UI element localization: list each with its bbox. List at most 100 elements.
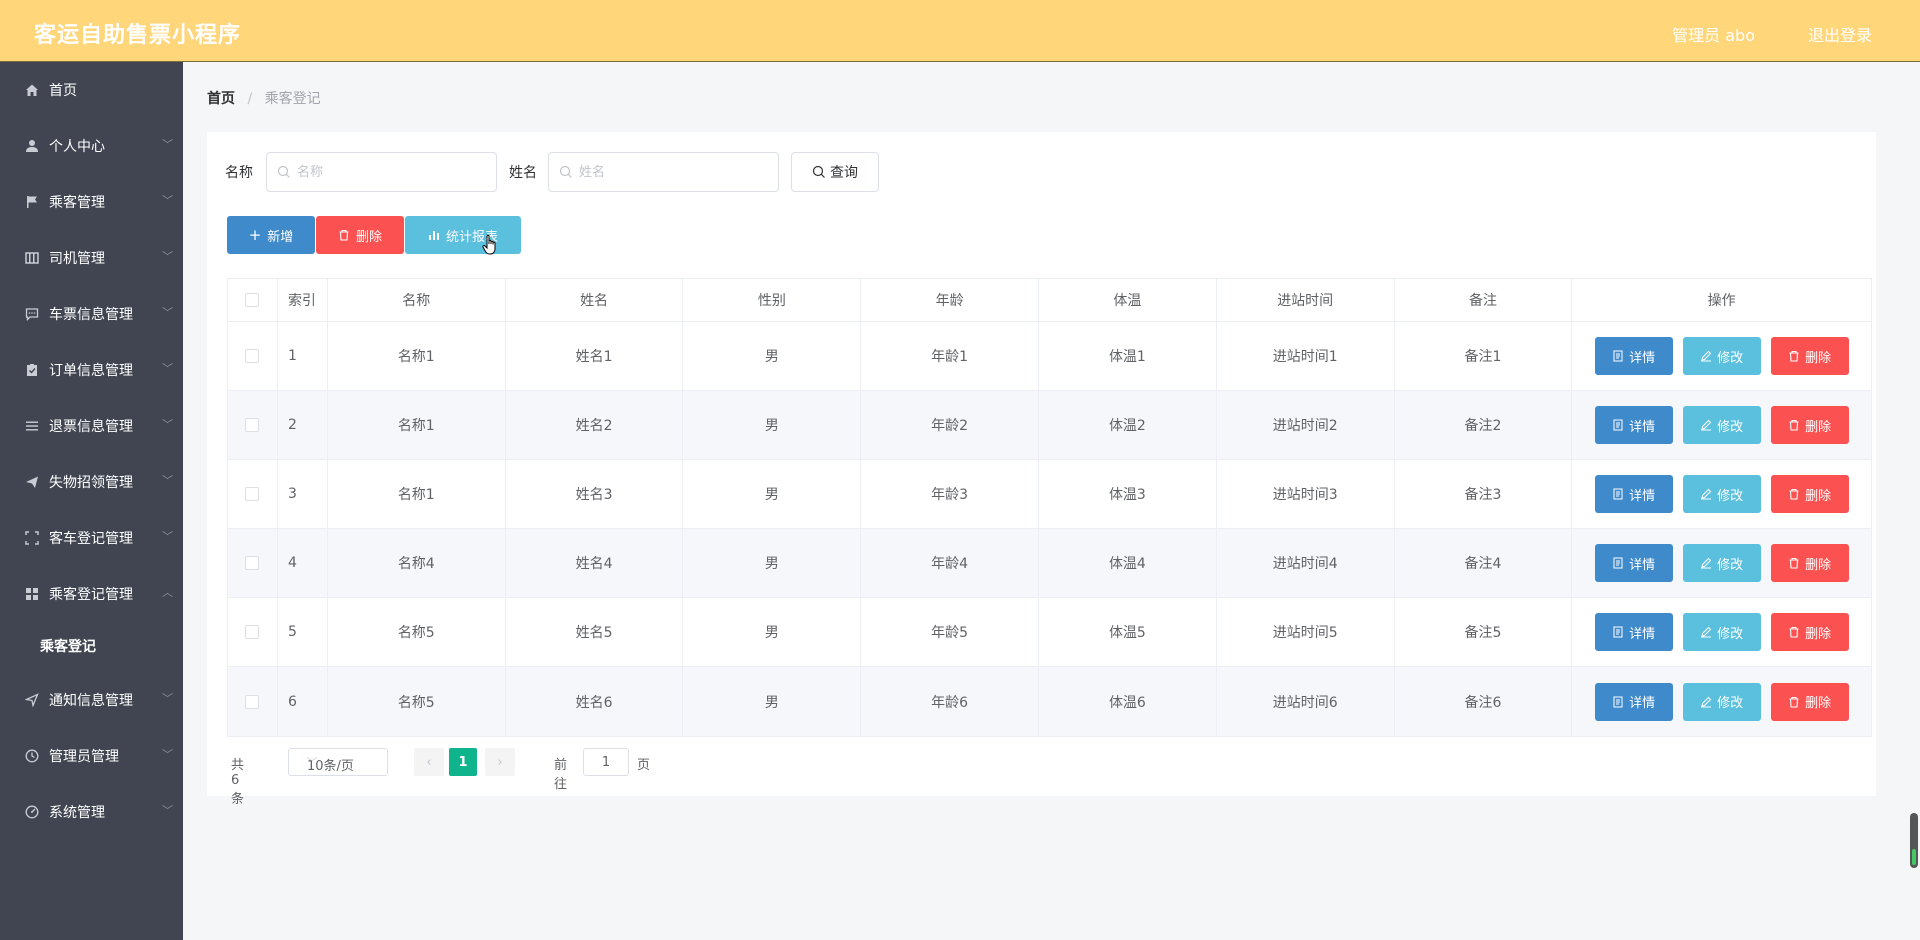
surname-cell: 姓名4 <box>506 529 684 597</box>
search-icon <box>559 165 572 178</box>
row-edit-button[interactable]: 修改 <box>1682 682 1761 721</box>
chat-icon <box>24 306 40 322</box>
sidebar-item-label: 通知信息管理 <box>49 693 133 709</box>
statistics-report-button[interactable]: 统计报表 <box>405 216 521 254</box>
hand-cursor-icon <box>482 234 496 255</box>
sidebar-item-ticket[interactable]: 车票信息管理 ﹀ <box>0 294 183 334</box>
sidebar-item-passenger[interactable]: 乘客管理 ﹀ <box>0 182 183 222</box>
pencil-icon <box>1701 557 1712 569</box>
name-cell: 名称1 <box>328 322 506 390</box>
surname-cell: 姓名1 <box>506 322 684 390</box>
row-detail-button[interactable]: 详情 <box>1594 613 1673 651</box>
actions-cell: 详情 修改 删除 <box>1572 529 1871 597</box>
row-edit-button[interactable]: 修改 <box>1682 406 1761 444</box>
row-delete-button[interactable]: 删除 <box>1770 613 1849 651</box>
sidebar-item-order[interactable]: 订单信息管理 ﹀ <box>0 350 183 390</box>
row-checkbox[interactable] <box>245 694 260 709</box>
row-checkbox[interactable] <box>245 418 260 432</box>
table-header-row: 索引 名称 姓名 性别 年龄 体温 进站时间 备注 操作 <box>228 279 1871 322</box>
row-checkbox[interactable] <box>245 625 260 639</box>
breadcrumb-home[interactable]: 首页 <box>207 91 235 107</box>
temp-cell: 体温5 <box>1039 598 1217 666</box>
row-delete-button[interactable]: 删除 <box>1770 682 1849 721</box>
sidebar-item-driver[interactable]: 司机管理 ﹀ <box>0 238 183 278</box>
row-checkbox[interactable] <box>245 556 260 570</box>
row-detail-button[interactable]: 详情 <box>1594 544 1673 582</box>
row-edit-button[interactable]: 修改 <box>1682 613 1761 651</box>
chevron-down-icon: ﹀ <box>307 758 317 769</box>
row-delete-button[interactable]: 删除 <box>1770 475 1849 513</box>
sidebar-item-home[interactable]: 首页 <box>0 70 183 110</box>
sidebar-item-system[interactable]: 系统管理 ﹀ <box>0 792 183 832</box>
header-cell: 名称 <box>328 279 506 321</box>
header-cell: 年龄 <box>861 279 1040 321</box>
row-detail-button[interactable]: 详情 <box>1594 406 1673 444</box>
name-cell: 名称5 <box>328 667 506 736</box>
row-select-cell <box>228 598 278 666</box>
content-panel: 名称 姓名 查询 + 新增 删除 统计报表 <box>207 132 1876 807</box>
goto-page-input[interactable] <box>583 748 629 776</box>
prev-page-button[interactable]: ‹ <box>414 748 444 776</box>
row-delete-button[interactable]: 删除 <box>1770 337 1849 375</box>
query-button-label: 查询 <box>830 165 858 181</box>
row-detail-label: 详情 <box>1629 488 1656 504</box>
search-icon <box>277 165 290 178</box>
chevron-down-icon: ﹀ <box>162 474 173 487</box>
pencil-icon <box>1701 350 1712 362</box>
row-edit-label: 修改 <box>1717 419 1744 435</box>
name-search-field[interactable] <box>266 152 497 192</box>
row-detail-button[interactable]: 详情 <box>1594 337 1673 375</box>
page-scrollbar[interactable] <box>1910 813 1918 868</box>
row-detail-button[interactable]: 详情 <box>1594 475 1673 513</box>
main-content: 首页 / 乘客登记 名称 姓名 查询 + 新增 删除 统计报表 <box>183 62 1920 940</box>
trash-icon <box>1789 557 1799 569</box>
sidebar-item-refund[interactable]: 退票信息管理 ﹀ <box>0 406 183 446</box>
data-table: 索引 名称 姓名 性别 年龄 体温 进站时间 备注 操作 1 名称1 姓名1 男年龄1… <box>227 278 1872 737</box>
page-size-select[interactable]: 10条/页 ﹀ <box>288 748 388 776</box>
add-button[interactable]: + 新增 <box>227 216 315 254</box>
select-all-checkbox[interactable] <box>245 293 260 307</box>
sidebar: 首页 个人中心 ﹀ 乘客管理 ﹀ 司机管理 ﹀ 车票信息管理 ﹀ 订单信息管理 … <box>0 62 183 940</box>
row-delete-button[interactable]: 删除 <box>1770 406 1849 444</box>
row-delete-label: 删除 <box>1805 350 1832 366</box>
time-cell: 进站时间6 <box>1217 667 1395 736</box>
logout-link[interactable]: 退出登录 <box>1808 22 1872 46</box>
row-delete-button[interactable]: 删除 <box>1770 544 1849 582</box>
surname-search-input[interactable] <box>579 162 769 182</box>
gender-cell: 男 <box>683 667 862 736</box>
trash-icon <box>1789 626 1799 638</box>
sidebar-item-passenger-register[interactable]: 乘客登记管理 ︿ <box>0 574 183 614</box>
query-button[interactable]: 查询 <box>791 152 879 192</box>
sidebar-item-bus-register[interactable]: 客车登记管理 ﹀ <box>0 518 183 558</box>
scrollbar-thumb[interactable] <box>1912 849 1916 865</box>
row-checkbox[interactable] <box>245 487 260 501</box>
batch-delete-label: 删除 <box>355 229 382 245</box>
row-edit-button[interactable]: 修改 <box>1682 544 1761 582</box>
sidebar-item-admin[interactable]: 管理员管理 ﹀ <box>0 736 183 776</box>
row-edit-button[interactable]: 修改 <box>1682 475 1761 513</box>
row-edit-button[interactable]: 修改 <box>1682 337 1761 375</box>
document-icon <box>1613 696 1623 707</box>
row-select-cell <box>228 322 278 390</box>
sidebar-item-label: 个人中心 <box>49 139 105 155</box>
surname-cell: 姓名2 <box>506 391 684 459</box>
home-icon <box>24 82 40 98</box>
page-number-button[interactable]: 1 <box>449 748 477 776</box>
actions-cell: 详情 修改 删除 <box>1572 598 1871 666</box>
row-checkbox[interactable] <box>245 349 260 363</box>
header-cell: 进站时间 <box>1217 279 1395 321</box>
sidebar-item-personal-center[interactable]: 个人中心 ﹀ <box>0 126 183 166</box>
age-cell: 年龄6 <box>861 667 1040 736</box>
sidebar-item-lost-found[interactable]: 失物招领管理 ﹀ <box>0 462 183 502</box>
sidebar-item-notice[interactable]: 通知信息管理 ﹀ <box>0 680 183 720</box>
sidebar-item-label: 乘客登记管理 <box>49 587 133 603</box>
app-title: 客运自助售票小程序 <box>34 23 242 48</box>
name-search-input[interactable] <box>297 162 487 182</box>
sidebar-subitem-passenger-register[interactable]: 乘客登记 <box>0 628 183 664</box>
chevron-down-icon: ﹀ <box>162 804 173 817</box>
surname-search-field[interactable] <box>548 152 779 192</box>
batch-delete-button[interactable]: 删除 <box>316 216 404 254</box>
row-detail-button[interactable]: 详情 <box>1594 682 1673 721</box>
next-page-button[interactable]: › <box>485 748 515 776</box>
table-row: 3 名称1 姓名3 男年龄3 体温3 进站时间3 备注3 详情 修改 删除 <box>228 460 1871 529</box>
